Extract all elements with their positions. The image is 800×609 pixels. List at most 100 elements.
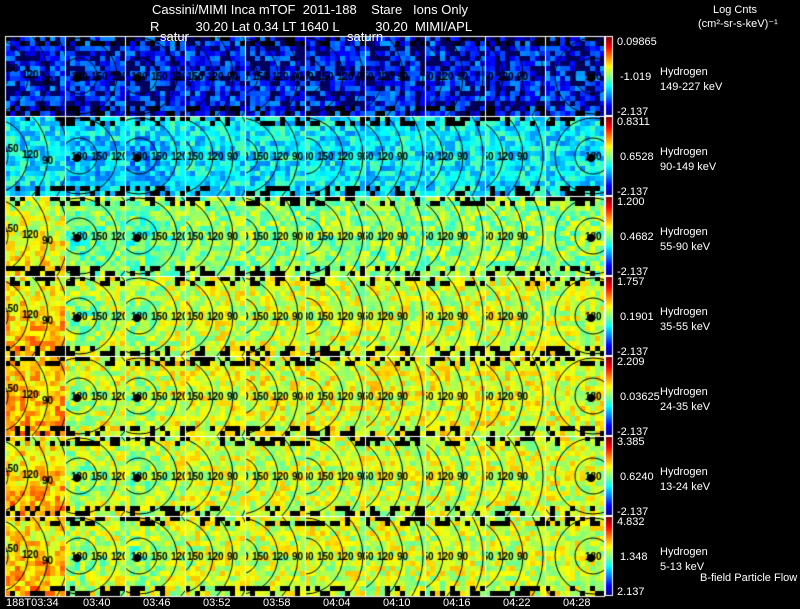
colorbar-mid-label: 0.4682 xyxy=(620,231,654,243)
image-panel xyxy=(545,356,605,436)
image-panel xyxy=(125,36,185,116)
image-panel xyxy=(305,196,365,276)
row-species-label: Hydrogen xyxy=(660,466,708,478)
row-species-label: Hydrogen xyxy=(660,66,708,78)
image-panel xyxy=(365,196,425,276)
colorbar-max-label: 0.09865 xyxy=(617,36,657,48)
image-panel xyxy=(305,516,365,596)
image-panel xyxy=(5,516,65,596)
image-panel xyxy=(305,356,365,436)
image-panel xyxy=(485,436,545,516)
position-line: R 30.20 Lat 0.34 LT 1640 L 30.20 MIMI/AP… xyxy=(150,19,473,34)
image-panel xyxy=(245,196,305,276)
image-panel xyxy=(185,356,245,436)
image-panel xyxy=(545,196,605,276)
row-energy-label: 35-55 keV xyxy=(660,321,711,333)
image-panel xyxy=(545,116,605,196)
image-panel xyxy=(365,276,425,356)
image-panel xyxy=(425,196,485,276)
image-panel xyxy=(425,36,485,116)
image-panel xyxy=(5,436,65,516)
row-species-label: Hydrogen xyxy=(660,386,708,398)
image-panel xyxy=(65,116,125,196)
units-label: (cm²-sr-s-keV)⁻¹ xyxy=(698,18,778,30)
time-tick-label: 04:22 xyxy=(503,597,531,609)
colorbar-max-label: 0.8311 xyxy=(617,116,650,128)
colorbar-max-label: 2.209 xyxy=(617,356,645,368)
image-panel xyxy=(65,516,125,596)
image-panel xyxy=(305,36,365,116)
image-panel xyxy=(485,116,545,196)
image-panel xyxy=(125,436,185,516)
image-panel xyxy=(545,36,605,116)
image-panel xyxy=(125,356,185,436)
colorbar-mid-label: 0.6528 xyxy=(620,151,654,163)
image-panel xyxy=(485,516,545,596)
image-panel xyxy=(125,196,185,276)
image-panel xyxy=(245,436,305,516)
image-panel xyxy=(245,36,305,116)
row-species-label: Hydrogen xyxy=(660,146,708,158)
colorbar-mid-label: 0.03625 xyxy=(620,391,660,403)
image-panel xyxy=(245,516,305,596)
image-panel xyxy=(185,276,245,356)
image-panel xyxy=(245,356,305,436)
colorbar-mid-label: 0.1901 xyxy=(620,311,654,323)
image-panel xyxy=(5,276,65,356)
colorbar-mid-label: -1.019 xyxy=(620,71,652,83)
time-tick-label: 03:52 xyxy=(203,597,231,609)
row-species-label: Hydrogen xyxy=(660,306,708,318)
colorbar-max-label: 3.385 xyxy=(617,436,645,448)
row-species-label: Hydrogen xyxy=(660,226,708,238)
image-panel xyxy=(545,276,605,356)
image-panel xyxy=(245,276,305,356)
image-panel xyxy=(425,436,485,516)
image-panel xyxy=(485,196,545,276)
time-tick-label: 03:46 xyxy=(143,597,171,609)
image-panel xyxy=(185,436,245,516)
time-tick-label: 04:10 xyxy=(383,597,411,609)
image-panel xyxy=(65,36,125,116)
image-panel xyxy=(425,276,485,356)
time-tick-label: 03:40 xyxy=(83,597,111,609)
image-panel xyxy=(365,116,425,196)
row-energy-label: 24-35 keV xyxy=(660,401,711,413)
row-energy-label: 55-90 keV xyxy=(660,241,711,253)
image-panel xyxy=(65,356,125,436)
image-panel xyxy=(185,196,245,276)
row-energy-label: 149-227 keV xyxy=(660,81,723,93)
image-panel xyxy=(65,436,125,516)
colorbar-max-label: 1.757 xyxy=(617,276,645,288)
image-panel xyxy=(125,116,185,196)
colorbar-mid-label: 0.6240 xyxy=(620,471,654,483)
image-panel xyxy=(365,36,425,116)
image-panel xyxy=(425,116,485,196)
image-panel xyxy=(125,276,185,356)
image-panel xyxy=(5,356,65,436)
image-panel xyxy=(65,196,125,276)
time-tick-label: 04:16 xyxy=(443,597,471,609)
image-panel xyxy=(185,36,245,116)
image-panel xyxy=(425,356,485,436)
image-panel xyxy=(485,276,545,356)
image-panel xyxy=(485,356,545,436)
saturn-label: satur xyxy=(160,29,189,44)
time-tick-label: 04:04 xyxy=(323,597,351,609)
image-panel xyxy=(365,516,425,596)
row-energy-label: 90-149 keV xyxy=(660,161,717,173)
image-panel xyxy=(365,356,425,436)
time-tick-label: 04:28 xyxy=(563,597,591,609)
image-panel xyxy=(125,516,185,596)
row-energy-label: 5-13 keV xyxy=(660,561,705,573)
image-panel xyxy=(5,116,65,196)
image-panel xyxy=(365,436,425,516)
image-panel xyxy=(485,36,545,116)
image-panel xyxy=(5,36,65,116)
image-panel xyxy=(65,276,125,356)
units-title: Log Cnts xyxy=(713,4,758,16)
saturn-label: saturn xyxy=(347,29,384,44)
image-panel xyxy=(545,436,605,516)
image-panel xyxy=(185,116,245,196)
time-tick-label: 03:58 xyxy=(263,597,291,609)
image-panel xyxy=(305,436,365,516)
